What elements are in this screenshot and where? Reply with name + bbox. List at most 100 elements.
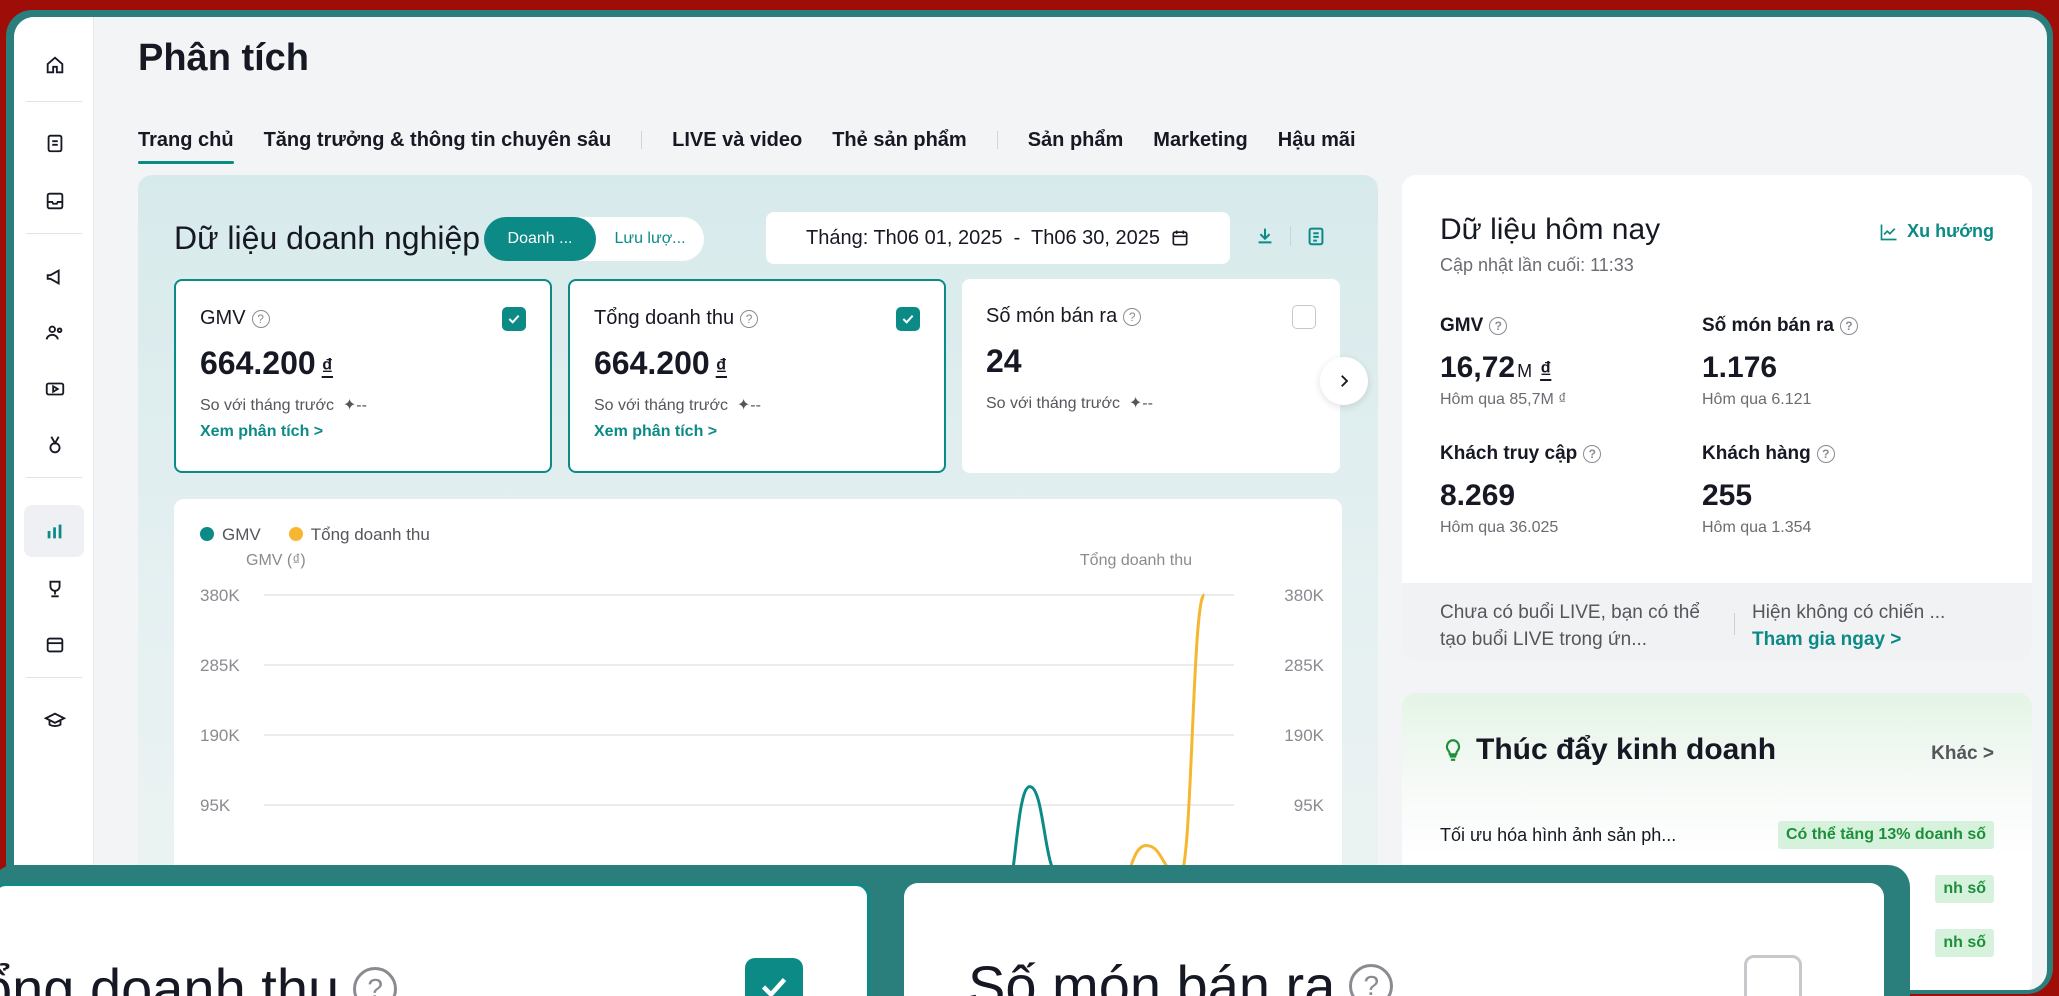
analytics-icon[interactable]: [39, 515, 71, 547]
chevron-right-icon: [1341, 375, 1349, 387]
tab-bar: Trang chủ Tăng trưởng & thông tin chuyên…: [138, 120, 1386, 164]
tab-products[interactable]: Sản phẩm: [1028, 129, 1124, 152]
help-icon[interactable]: ?: [740, 309, 759, 328]
metric-label: GMV?: [200, 307, 270, 330]
help-icon[interactable]: ?: [1489, 317, 1508, 335]
sidebar: [14, 17, 94, 990]
video-icon[interactable]: [39, 373, 71, 405]
tab-after-sales[interactable]: Hậu mãi: [1278, 129, 1356, 152]
date-range-text: Tháng: Th06 01, 2025 - Th06 30, 2025: [806, 226, 1160, 249]
metric-card-gmv[interactable]: GMV? 664.200 ₫ So với tháng trước ✦-- Xem…: [174, 279, 552, 473]
join-now-link[interactable]: Tham gia ngay >: [1752, 626, 2012, 653]
download-icon[interactable]: [1254, 225, 1276, 247]
check-icon: [902, 314, 914, 324]
tab-product-card[interactable]: Thẻ sản phẩm: [832, 129, 966, 152]
metric-card-revenue[interactable]: Tổng doanh thu? 664.200 ₫ So với tháng tr…: [568, 279, 946, 473]
y-tick-right: 285K: [1284, 656, 1324, 675]
inbox-icon[interactable]: [39, 185, 71, 217]
help-icon: ?: [1349, 963, 1394, 996]
megaphone-icon[interactable]: [39, 261, 71, 293]
sidebar-divider: [26, 477, 82, 478]
metric-value: 24: [986, 343, 1022, 379]
users-icon[interactable]: [39, 317, 71, 349]
y-right-title: Tổng doanh thu: [1080, 551, 1192, 569]
orders-icon[interactable]: [39, 127, 71, 159]
wallet-icon[interactable]: [39, 629, 71, 661]
help-icon[interactable]: ?: [1123, 307, 1142, 326]
trend-link[interactable]: Xu hướng: [1879, 221, 1994, 242]
boost-tag: nh số: [1935, 875, 1994, 903]
campaign-info: Hiện không có chiến ... Tham gia ngay >: [1752, 599, 2012, 653]
zoomed-label: ổng doanh thu?: [0, 956, 398, 996]
sidebar-divider: [26, 101, 82, 102]
calendar-icon: [1172, 230, 1188, 246]
sidebar-divider: [26, 233, 82, 234]
app-window: Phân tích Trang chủ Tăng trưởng & thông …: [14, 17, 2047, 990]
next-metrics-button[interactable]: [1320, 357, 1368, 405]
trend-chart-icon: [1880, 224, 1897, 240]
metric-checkbox[interactable]: [1292, 305, 1316, 329]
view-analysis-link[interactable]: Xem phân tích >: [200, 423, 323, 441]
today-title: Dữ liệu hôm nay: [1440, 213, 1661, 246]
help-icon: ?: [353, 966, 398, 996]
today-items-sold: Số món bán ra? 1.176 Hôm qua 6.121: [1702, 315, 1858, 409]
y-left-title: GMV (₫): [246, 552, 306, 569]
metric-card-items-sold[interactable]: Số món bán ra? 24 So với tháng trước ✦--: [962, 279, 1340, 473]
help-icon[interactable]: ?: [1839, 317, 1858, 335]
header-actions: [1254, 225, 1327, 247]
tab-live-video[interactable]: LIVE và video: [672, 129, 802, 152]
medal-icon[interactable]: [39, 429, 71, 461]
zoomed-checkbox: [745, 958, 803, 996]
metric-checkbox[interactable]: [896, 307, 920, 331]
help-icon[interactable]: ?: [1816, 445, 1835, 463]
boost-more-link[interactable]: Khác >: [1931, 743, 1994, 765]
boost-tag: nh số: [1935, 929, 1994, 957]
today-visitors: Khách truy cập? 8.269 Hôm qua 36.025: [1440, 443, 1602, 537]
check-icon: [761, 977, 787, 996]
report-icon[interactable]: [1305, 225, 1327, 247]
boost-suggestion[interactable]: Tối ưu hóa hình ảnh sản ph... Có thể tăn…: [1440, 821, 1994, 849]
academy-icon[interactable]: [39, 705, 71, 737]
tab-divider: [641, 131, 643, 149]
boost-title: Thúc đẩy kinh doanh: [1440, 733, 1776, 767]
y-tick-left: 190K: [200, 726, 240, 745]
metric-compare: So với tháng trước ✦--: [594, 397, 761, 414]
metric-label: Tổng doanh thu?: [594, 307, 759, 330]
page-title: Phân tích: [138, 37, 310, 79]
business-data-title: Dữ liệu doanh nghiệp: [174, 220, 481, 256]
help-icon[interactable]: ?: [1583, 445, 1602, 463]
last-updated: Cập nhật lần cuối: 11:33: [1440, 255, 1634, 275]
zoomed-content: ổng doanh thu? Số món bán ra?: [0, 873, 1894, 996]
tab-marketing[interactable]: Marketing: [1153, 129, 1247, 152]
metric-value: 664.200 ₫: [200, 345, 333, 381]
view-analysis-link[interactable]: Xem phân tích >: [594, 423, 717, 441]
data-type-toggle: Doanh ... Lưu lượ...: [484, 217, 704, 261]
metric-compare: So với tháng trước ✦--: [200, 397, 367, 414]
lightbulb-icon: [1445, 739, 1461, 761]
today-customers: Khách hàng? 255 Hôm qua 1.354: [1702, 443, 1835, 537]
today-gmv: GMV? 16,72 M ₫ Hôm qua 85,7M ₫: [1440, 315, 1567, 408]
info-divider: [1734, 613, 1735, 635]
toggle-revenue[interactable]: Doanh ...: [484, 217, 596, 261]
live-info-text: Chưa có buổi LIVE, bạn có thể tạo buổi L…: [1440, 602, 1700, 650]
toggle-traffic[interactable]: Lưu lượ...: [596, 217, 704, 261]
metric-label: Số món bán ra?: [986, 305, 1142, 328]
zoomed-items-card: Số món bán ra?: [904, 883, 1884, 996]
help-icon[interactable]: ?: [251, 309, 270, 328]
check-icon: [508, 314, 520, 324]
boost-tag: Có thể tăng 13% doanh số: [1777, 821, 1994, 849]
y-tick-right: 190K: [1284, 726, 1324, 745]
date-range-picker[interactable]: Tháng: Th06 01, 2025 - Th06 30, 2025: [766, 212, 1230, 264]
y-tick-left: 285K: [200, 656, 240, 675]
y-tick-right: 95K: [1294, 796, 1325, 815]
tab-home[interactable]: Trang chủ: [138, 129, 234, 164]
home-icon[interactable]: [39, 49, 71, 81]
y-tick-left: 380K: [200, 586, 240, 605]
metric-value: 664.200 ₫: [594, 345, 727, 381]
trophy-icon[interactable]: [39, 573, 71, 605]
sidebar-divider: [26, 677, 82, 678]
tab-growth[interactable]: Tăng trưởng & thông tin chuyên sâu: [264, 129, 612, 152]
metric-checkbox[interactable]: [502, 307, 526, 331]
metric-compare: So với tháng trước ✦--: [986, 395, 1153, 412]
tab-divider: [996, 131, 998, 149]
